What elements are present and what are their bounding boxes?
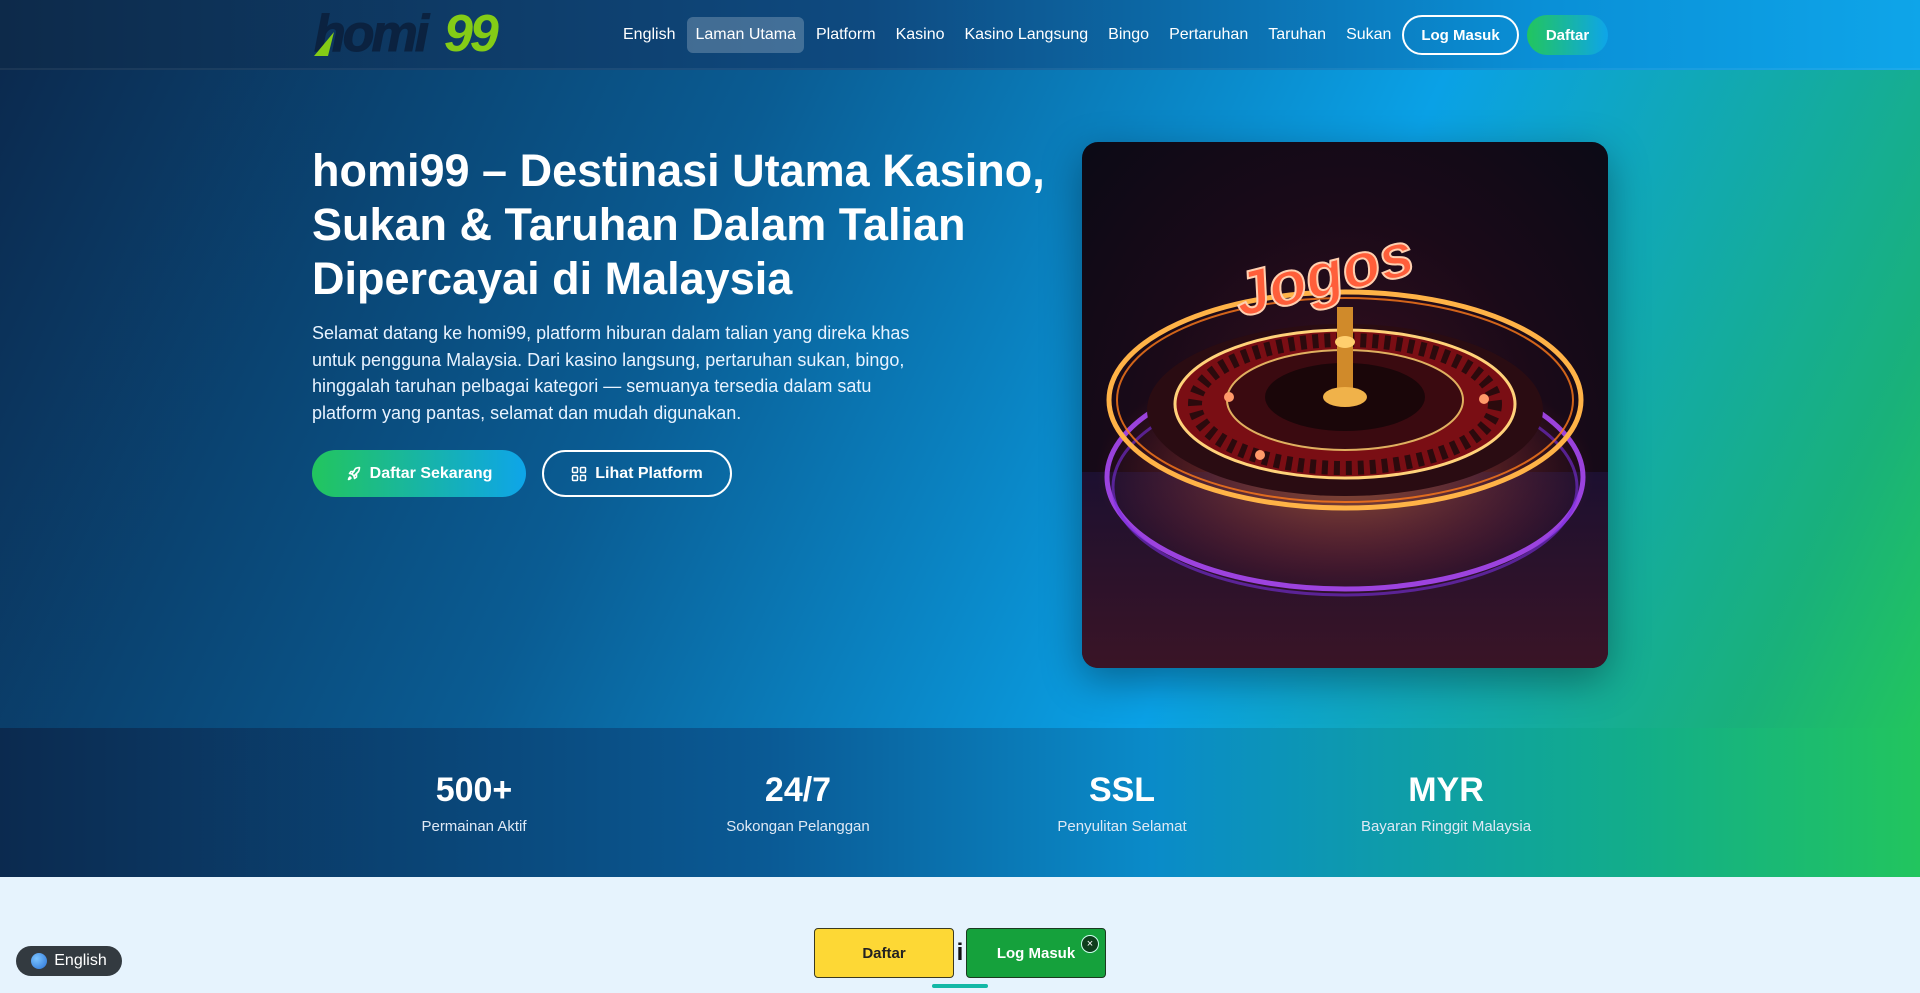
globe-icon — [31, 953, 48, 969]
stats-section: 500+ Permainan Aktif 24/7 Sokongan Pelan… — [0, 728, 1920, 877]
svg-text:homi: homi — [314, 8, 431, 60]
rocket-icon — [347, 466, 360, 480]
view-platform-button[interactable]: Lihat Platform — [542, 450, 732, 497]
nav-kasino-langsung[interactable]: Kasino Langsung — [956, 17, 1096, 53]
nav-kasino[interactable]: Kasino — [888, 17, 953, 53]
floating-register-button[interactable]: Daftar — [814, 928, 954, 978]
header-register-button[interactable]: Daftar — [1527, 15, 1608, 55]
hero-description: Selamat datang ke homi99, platform hibur… — [312, 323, 910, 423]
svg-text:99: 99 — [444, 8, 499, 60]
close-icon[interactable]: × — [1081, 935, 1099, 953]
register-now-button[interactable]: Daftar Sekarang — [312, 450, 526, 497]
hero-section: homi99 – Destinasi Utama Kasino, Sukan &… — [0, 70, 1920, 728]
page-bottom-area — [0, 877, 1920, 993]
roulette-illustration: Jogos — [1082, 218, 1608, 668]
stat-support: 24/7 Sokongan Pelanggan — [668, 770, 928, 835]
stat-value: SSL — [1088, 771, 1156, 809]
main-nav: English Laman Utama Platform Kasino Kasi… — [615, 17, 1403, 53]
stat-value: MYR — [1408, 771, 1484, 809]
language-switcher[interactable]: English — [16, 946, 122, 976]
nav-english[interactable]: English — [615, 17, 683, 53]
nav-taruhan[interactable]: Taruhan — [1260, 17, 1334, 53]
nav-platform[interactable]: Platform — [808, 17, 884, 53]
stat-label: Permainan Aktif — [421, 818, 527, 835]
roulette-neon-image: Jogos — [1082, 142, 1608, 668]
neon-sign-text: Jogos — [1227, 219, 1421, 330]
homi99-logo[interactable]: homi 99 — [312, 8, 516, 60]
floating-divider-glyph: i — [956, 939, 964, 966]
nav-bingo[interactable]: Bingo — [1100, 17, 1157, 53]
register-now-label: Daftar Sekarang — [369, 464, 493, 482]
nav-pertaruhan[interactable]: Pertaruhan — [1161, 17, 1256, 53]
grid-icon — [571, 466, 587, 481]
stat-label: Penyulitan Selamat — [1057, 818, 1187, 835]
stat-value: 500+ — [435, 771, 513, 809]
stat-value: 24/7 — [764, 771, 832, 809]
stat-games: 500+ Permainan Aktif — [344, 770, 604, 835]
nav-sukan[interactable]: Sukan — [1338, 17, 1399, 53]
stat-label: Sokongan Pelanggan — [726, 818, 870, 835]
floating-bar-indicator — [932, 984, 988, 988]
stat-label: Bayaran Ringgit Malaysia — [1360, 818, 1532, 835]
hero-title: homi99 – Destinasi Utama Kasino, Sukan &… — [312, 145, 1045, 304]
stat-ssl: SSL Penyulitan Selamat — [992, 770, 1252, 835]
site-header: homi 99 English Laman Utama Platform Kas… — [0, 0, 1920, 70]
header-login-button[interactable]: Log Masuk — [1402, 15, 1519, 55]
stat-currency: MYR Bayaran Ringgit Malaysia — [1316, 770, 1576, 835]
nav-laman-utama[interactable]: Laman Utama — [687, 17, 804, 53]
view-platform-label: Lihat Platform — [595, 464, 703, 482]
language-label: English — [54, 952, 107, 969]
